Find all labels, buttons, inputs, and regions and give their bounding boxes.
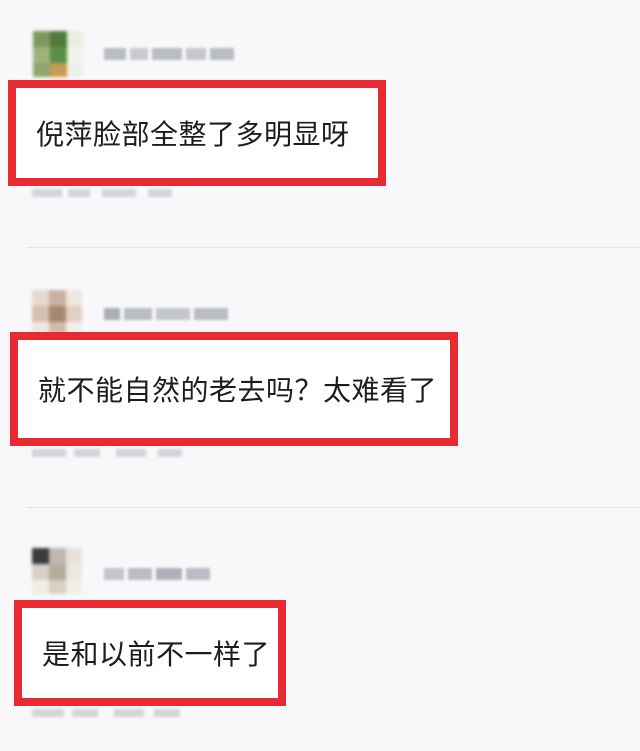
avatar[interactable] [32, 290, 82, 336]
avatar-pixel [66, 564, 82, 580]
comment-meta-blurred [32, 186, 172, 200]
avatar-pixel [49, 580, 66, 594]
username-blurred[interactable] [104, 304, 228, 326]
avatar-pixel [49, 564, 66, 580]
avatar[interactable] [32, 548, 82, 594]
avatar-pixel [49, 548, 66, 564]
avatar-pixel [67, 47, 83, 63]
comment-meta-blurred [32, 446, 182, 460]
avatar-pixel [32, 580, 49, 594]
comment-page: { "comments": [ { "text": "倪萍脸部全整了多明显呀",… [0, 0, 640, 751]
username-blurred[interactable] [104, 44, 234, 66]
comment-item: 是和以前不一样了 [0, 508, 640, 751]
avatar-pixel [50, 31, 67, 47]
avatar-pixel [67, 31, 83, 47]
comment-meta-blurred [32, 706, 182, 720]
avatar-pixel [66, 290, 82, 306]
highlighted-comment-text: 倪萍脸部全整了多明显呀 [8, 80, 386, 186]
comment-item: 就不能自然的老去吗？太难看了 [0, 248, 640, 506]
avatar-pixel [32, 548, 49, 564]
avatar-pixel [66, 548, 82, 564]
avatar-pixel [33, 63, 50, 77]
avatar-pixel [66, 580, 82, 594]
avatar-pixel [32, 306, 49, 322]
avatar-pixel [50, 47, 67, 63]
avatar[interactable] [33, 31, 83, 77]
avatar-pixel [49, 306, 66, 322]
avatar-pixel [66, 306, 82, 322]
avatar-pixel [67, 63, 83, 77]
avatar-pixel [33, 47, 50, 63]
avatar-pixel [49, 290, 66, 306]
avatar-pixel [33, 31, 50, 47]
comment-text: 是和以前不一样了 [42, 638, 271, 671]
avatar-pixel [32, 564, 49, 580]
highlighted-comment-text: 是和以前不一样了 [14, 600, 286, 706]
comment-text: 就不能自然的老去吗？太难看了 [38, 374, 438, 407]
comment-item: 倪萍脸部全整了多明显呀 [0, 0, 640, 248]
avatar-pixel [32, 290, 49, 306]
comment-text: 倪萍脸部全整了多明显呀 [36, 118, 350, 151]
highlighted-comment-text: 就不能自然的老去吗？太难看了 [10, 332, 458, 446]
avatar-pixel [50, 63, 67, 77]
username-blurred[interactable] [104, 564, 210, 586]
